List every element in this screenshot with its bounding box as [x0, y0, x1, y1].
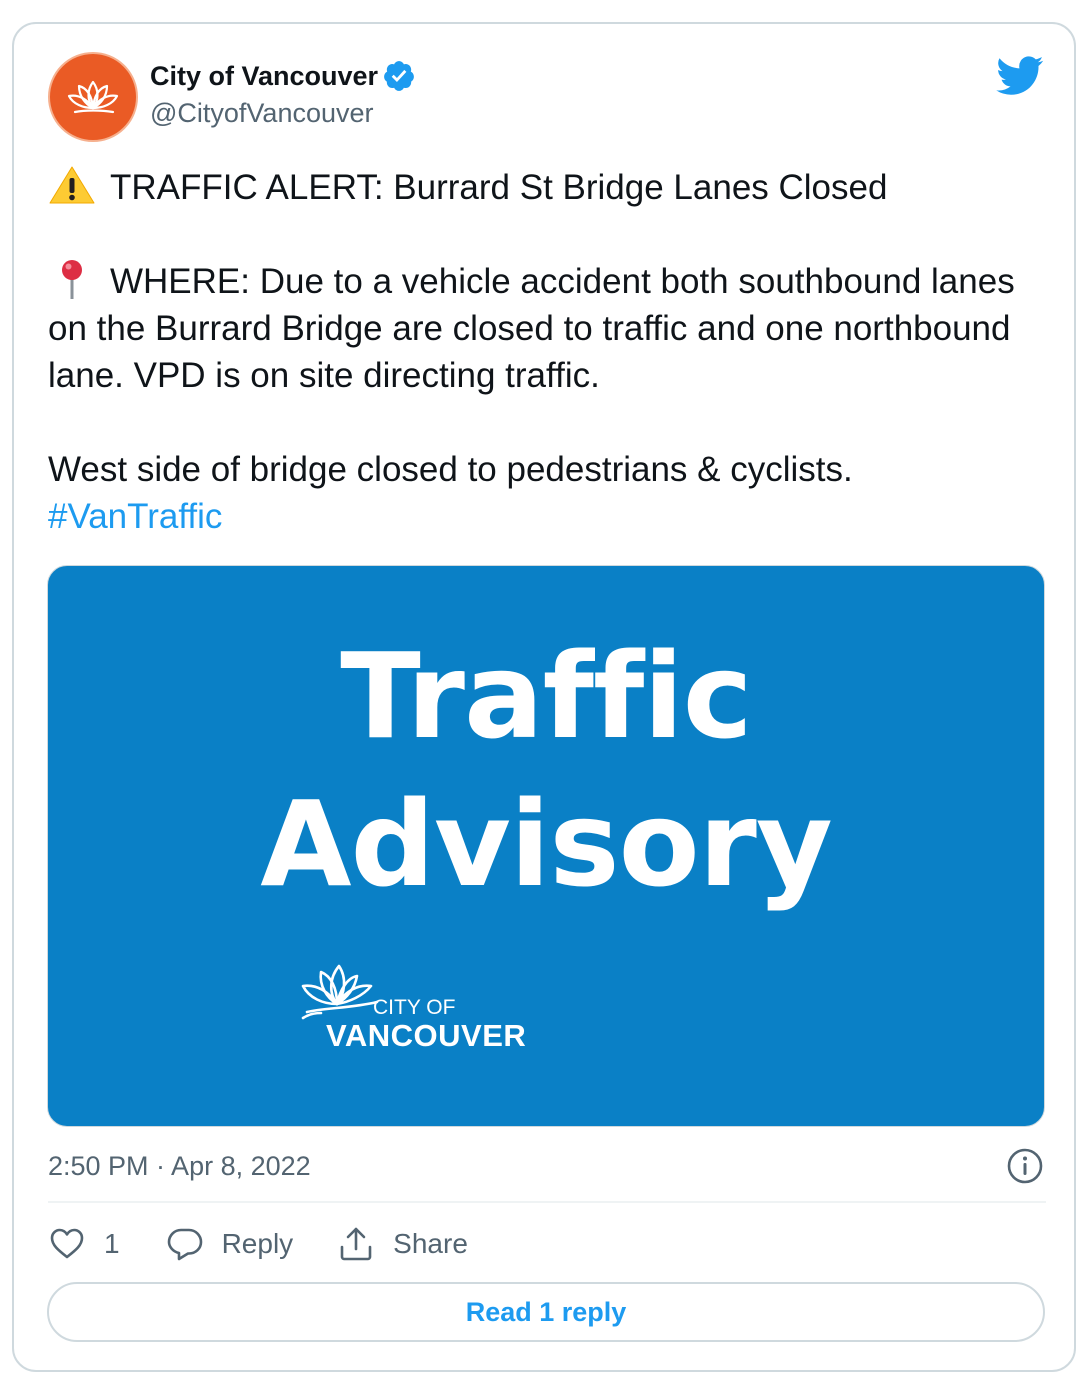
- twitter-logo-icon[interactable]: [996, 56, 1044, 96]
- heart-icon: [50, 1228, 84, 1259]
- author-name-row: City of Vancouver: [150, 58, 416, 94]
- author-handle[interactable]: @CityofVancouver: [150, 98, 416, 129]
- where-paragraph: WHERE: Due to a vehicle accident both so…: [48, 258, 1038, 399]
- media-title-line1: Traffic: [340, 627, 752, 765]
- logo-vancouver-text: VANCOUVER: [326, 1018, 527, 1053]
- avatar[interactable]: [48, 52, 138, 142]
- where-line: WHERE: Due to a vehicle accident both so…: [48, 262, 1015, 395]
- divider: [48, 1201, 1046, 1203]
- round-pushpin-icon: [62, 260, 82, 299]
- info-icon[interactable]: [1006, 1147, 1044, 1185]
- tweet-text: TRAFFIC ALERT: Burrard St Bridge Lanes C…: [48, 164, 1038, 540]
- author-block: City of Vancouver @CityofVancouver: [150, 58, 416, 129]
- west-line: West side of bridge closed to pedestrian…: [48, 450, 853, 489]
- share-button[interactable]: Share: [337, 1225, 468, 1263]
- tweet-timestamp[interactable]: 2:50 PM · Apr 8, 2022: [48, 1151, 311, 1182]
- share-label: Share: [393, 1228, 468, 1259]
- lotus-logo-icon: [67, 80, 119, 114]
- verified-badge-icon: [382, 59, 416, 93]
- warning-icon: [49, 166, 95, 204]
- alert-paragraph: TRAFFIC ALERT: Burrard St Bridge Lanes C…: [48, 164, 1038, 211]
- reply-button[interactable]: Reply: [166, 1225, 294, 1263]
- read-replies-button[interactable]: Read 1 reply: [47, 1282, 1045, 1342]
- tweet-card: City of Vancouver @CityofVancouver TRAFF…: [12, 22, 1076, 1372]
- like-count: 1: [104, 1228, 120, 1259]
- tweet-actions: 1 Reply Share: [48, 1222, 468, 1266]
- alert-line: TRAFFIC ALERT: Burrard St Bridge Lanes C…: [110, 168, 888, 207]
- reply-label: Reply: [221, 1228, 294, 1259]
- hashtag-link[interactable]: #VanTraffic: [48, 497, 222, 536]
- reply-bubble-icon: [167, 1228, 202, 1261]
- like-button[interactable]: 1: [48, 1225, 120, 1263]
- tweet-media-image[interactable]: Traffic Advisory CITY OF VANCOUVER: [47, 565, 1045, 1127]
- city-of-vancouver-logo: CITY OF VANCOUVER: [293, 956, 533, 1066]
- west-paragraph: West side of bridge closed to pedestrian…: [48, 446, 1038, 540]
- share-icon: [340, 1227, 372, 1261]
- lotus-logo-icon: [301, 964, 379, 1020]
- media-title-line2: Advisory: [260, 775, 833, 913]
- timestamp-row: 2:50 PM · Apr 8, 2022: [48, 1144, 1044, 1188]
- logo-city-of-text: CITY OF: [373, 996, 456, 1019]
- author-name[interactable]: City of Vancouver: [150, 61, 378, 92]
